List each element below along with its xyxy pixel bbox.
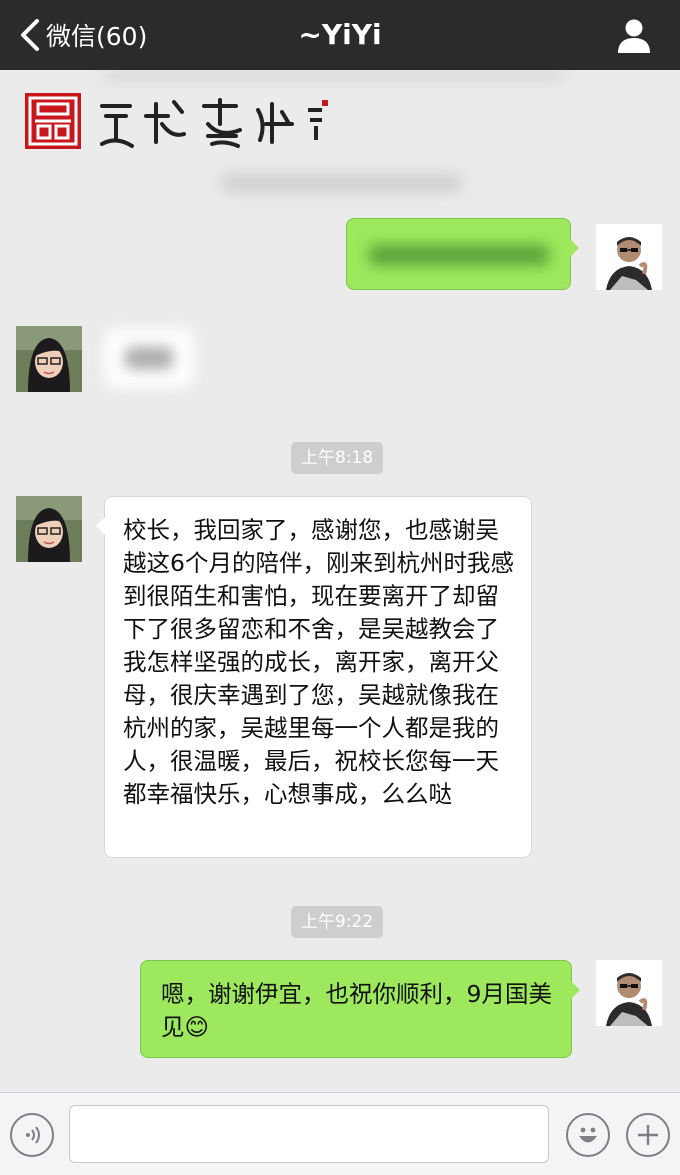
my-avatar[interactable] <box>596 224 662 290</box>
navigation-bar: 微信(60) ~YiYi <box>0 0 680 70</box>
voice-icon <box>26 1126 40 1144</box>
redacted-text <box>125 347 173 369</box>
smiley-icon <box>579 1127 597 1143</box>
chat-info-button[interactable] <box>614 16 654 56</box>
incoming-message-bubble[interactable]: 校长，我回家了，感谢您，也感谢吴越这6个月的陪伴，刚来到杭州时我感到很陌生和害怕… <box>96 496 532 858</box>
back-button[interactable]: 微信(60) <box>18 14 147 56</box>
voice-button[interactable] <box>10 1113 54 1157</box>
timestamp: 上午8:18 <box>291 442 384 474</box>
outgoing-message-bubble[interactable] <box>346 218 579 290</box>
bubble-tail <box>571 981 580 999</box>
more-button[interactable] <box>626 1113 670 1157</box>
message-text: 校长，我回家了，感谢您，也感谢吴越这6个月的陪伴，刚来到杭州时我感到很陌生和害怕… <box>123 516 514 808</box>
contact-avatar[interactable] <box>16 326 82 392</box>
man-portrait-avatar <box>596 960 662 1026</box>
emoji-button[interactable] <box>566 1113 610 1157</box>
incoming-message-bubble[interactable] <box>104 328 194 388</box>
contact-avatar[interactable] <box>16 496 82 562</box>
bubble-tail <box>96 517 105 535</box>
outgoing-message-bubble[interactable]: 嗯，谢谢伊宜，也祝你顺利，9月国美见😊 <box>140 960 580 1058</box>
bubble-tail <box>570 239 579 257</box>
plus-icon <box>638 1125 658 1145</box>
image-message-banner[interactable] <box>24 70 584 160</box>
system-notice <box>222 174 462 192</box>
message-list[interactable]: 上午8:18 校长，我回家了，感谢您，也感谢吴越这6个月的陪伴，刚来到杭州时我感… <box>0 70 680 1092</box>
input-toolbar <box>0 1092 680 1175</box>
my-avatar[interactable] <box>596 960 662 1026</box>
back-label: 微信(60) <box>46 22 148 51</box>
brand-seal-logo <box>25 93 81 149</box>
calligraphy-logo <box>100 98 328 148</box>
woman-portrait-avatar <box>16 326 82 392</box>
man-portrait-avatar <box>596 224 662 290</box>
person-icon <box>618 19 650 53</box>
woman-portrait-avatar <box>16 496 82 562</box>
message-text: 嗯，谢谢伊宜，也祝你顺利，9月国美见😊 <box>161 980 552 1041</box>
timestamp: 上午9:22 <box>291 906 384 938</box>
redacted-text <box>369 245 549 265</box>
chevron-left-icon <box>21 19 39 51</box>
message-input[interactable] <box>69 1105 549 1163</box>
